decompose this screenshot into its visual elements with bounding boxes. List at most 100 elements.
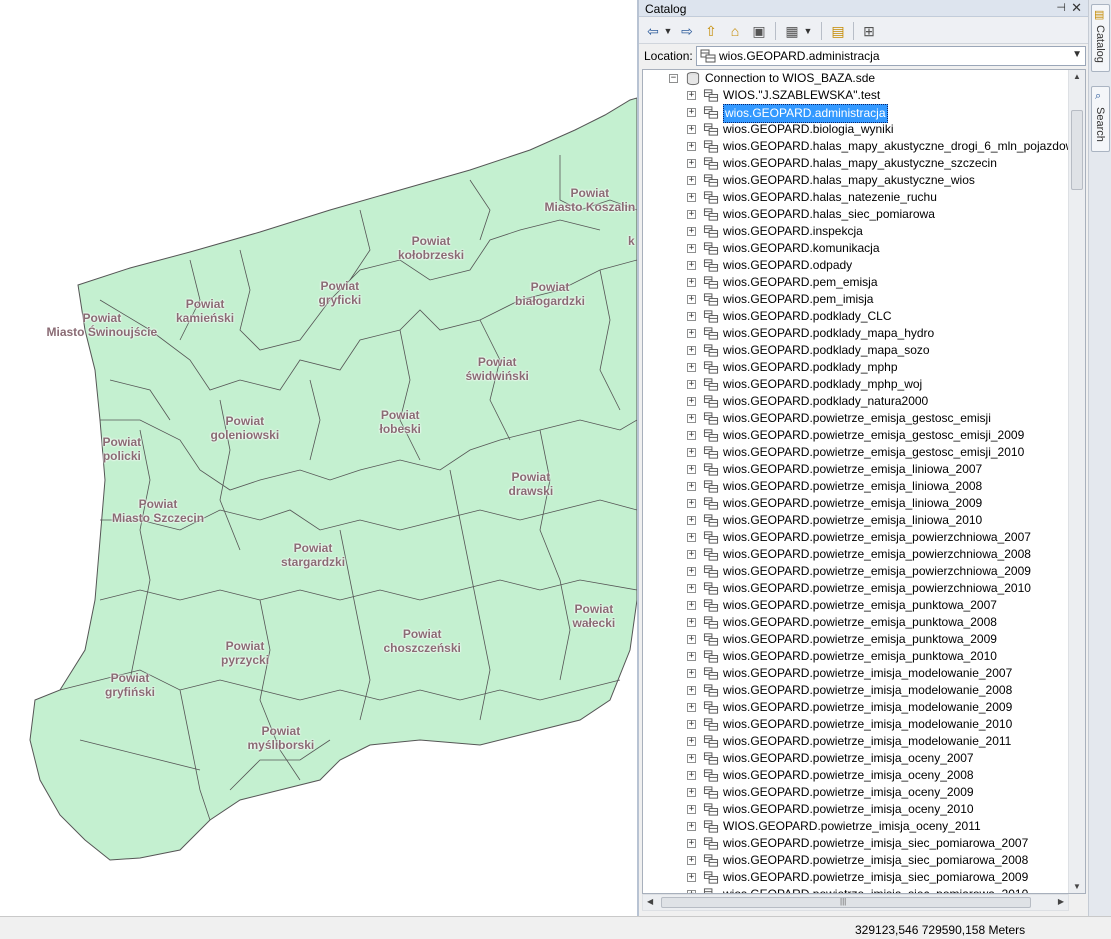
expand-icon[interactable]: + [687, 380, 696, 389]
scroll-thumb[interactable]: ||| [661, 897, 1031, 908]
expand-icon[interactable]: + [687, 278, 696, 287]
expand-icon[interactable]: + [687, 244, 696, 253]
tree-item-label: wios.GEOPARD.halas_mapy_akustyczne_wios [723, 173, 975, 187]
expand-icon[interactable]: + [687, 737, 696, 746]
tree-horizontal-scrollbar[interactable]: ◀ ||| ▶ [642, 894, 1069, 911]
feature-dataset-icon [703, 310, 719, 323]
county-label: Powiat stargardzki [281, 541, 346, 569]
expand-icon[interactable]: + [687, 142, 696, 151]
tree-vertical-scrollbar[interactable]: ▲ ▼ [1068, 70, 1085, 893]
scroll-left-icon[interactable]: ◀ [647, 897, 653, 906]
back-arrow-icon[interactable]: ⇦ [645, 21, 661, 41]
tree-item-label: wios.GEOPARD.powietrze_emisja_punktowa_2… [723, 632, 997, 646]
expand-icon[interactable]: + [687, 652, 696, 661]
feature-dataset-icon [703, 667, 719, 680]
expand-icon[interactable]: + [687, 771, 696, 780]
expand-icon[interactable]: + [687, 414, 696, 423]
expand-icon[interactable]: + [687, 686, 696, 695]
expand-icon[interactable]: + [687, 856, 696, 865]
expand-icon[interactable]: + [687, 720, 696, 729]
expand-icon[interactable]: + [687, 805, 696, 814]
tree-item-label: wios.GEOPARD.powietrze_imisja_siec_pomia… [723, 853, 1029, 867]
feature-dataset-icon [703, 735, 719, 748]
expand-icon[interactable]: + [687, 516, 696, 525]
back-dropdown-icon[interactable]: ▼ [663, 21, 673, 41]
tree-item-label: wios.GEOPARD.powietrze_imisja_modelowani… [723, 734, 1012, 748]
tree-item-label: wios.GEOPARD.powietrze_imisja_oceny_2010 [723, 802, 974, 816]
expand-icon[interactable]: + [687, 346, 696, 355]
scroll-thumb[interactable] [1071, 110, 1083, 190]
expand-icon[interactable]: + [687, 839, 696, 848]
tab-catalog[interactable]: ▤ Catalog [1091, 4, 1110, 72]
location-label: Location: [644, 49, 693, 63]
map-view[interactable]: Powiat Miasto Koszalin Powiat kołobrzeski Po… [0, 0, 637, 900]
expand-icon[interactable]: + [687, 584, 696, 593]
catalog-title-bar[interactable]: Catalog ⊣ ✕ [639, 0, 1088, 17]
expand-icon[interactable]: + [687, 499, 696, 508]
scroll-right-icon[interactable]: ▶ [1058, 897, 1064, 906]
feature-dataset-icon [703, 497, 719, 510]
toolbar-separator [853, 22, 854, 40]
new-folder-icon[interactable]: ▤ [829, 21, 847, 41]
pin-icon[interactable]: ⊣ [1056, 1, 1066, 14]
expand-icon[interactable]: + [687, 465, 696, 474]
expand-icon[interactable]: + [687, 567, 696, 576]
expand-icon[interactable]: + [687, 363, 696, 372]
scroll-up-icon[interactable]: ▲ [1073, 72, 1081, 81]
expand-icon[interactable]: + [687, 397, 696, 406]
home-folder-icon[interactable]: ⌂ [726, 21, 744, 41]
tree-item-label: wios.GEOPARD.podklady_mapa_hydro [723, 326, 935, 340]
catalog-tree[interactable]: − Connection to WIOS_BAZA.sde + WIOS."J.S… [642, 69, 1086, 894]
view-options-icon[interactable]: ▦ [783, 21, 801, 41]
scroll-down-icon[interactable]: ▼ [1073, 882, 1081, 891]
expand-icon[interactable]: + [687, 788, 696, 797]
expand-icon[interactable]: + [687, 618, 696, 627]
county-label: Powiat gryficki [318, 279, 362, 307]
voivodeship-map[interactable] [0, 0, 637, 900]
expand-icon[interactable]: + [687, 431, 696, 440]
expand-icon[interactable]: + [687, 822, 696, 831]
scroll-grip-icon: ||| [840, 897, 847, 906]
expand-icon[interactable]: + [687, 312, 696, 321]
expand-icon[interactable]: + [687, 91, 696, 100]
close-icon[interactable]: ✕ [1071, 0, 1082, 16]
expand-icon[interactable]: + [687, 329, 696, 338]
tree-item-label: wios.GEOPARD.biologia_wyniki [723, 122, 894, 136]
expand-icon[interactable]: + [687, 754, 696, 763]
feature-dataset-icon [703, 582, 719, 595]
chevron-down-icon[interactable]: ▼ [1072, 49, 1082, 60]
expand-icon[interactable]: + [687, 703, 696, 712]
expand-icon[interactable]: + [687, 261, 696, 270]
tree-item-label: wios.GEOPARD.powietrze_emisja_liniowa_20… [723, 462, 983, 476]
forward-arrow-icon[interactable]: ⇨ [679, 21, 695, 41]
view-dropdown-icon[interactable]: ▼ [803, 21, 813, 41]
tab-search[interactable]: ⌕ Search [1091, 86, 1110, 152]
expand-icon[interactable]: + [687, 295, 696, 304]
expand-icon[interactable]: + [687, 125, 696, 134]
expand-icon[interactable]: + [687, 448, 696, 457]
expand-icon[interactable]: + [687, 533, 696, 542]
expand-icon[interactable]: + [687, 873, 696, 882]
tree-item-label: wios.GEOPARD.powietrze_emisja_punktowa_2… [723, 615, 997, 629]
expand-icon[interactable]: + [687, 108, 696, 117]
expand-icon[interactable]: + [687, 210, 696, 219]
expand-icon[interactable]: + [687, 482, 696, 491]
expand-icon[interactable]: + [687, 601, 696, 610]
toggle-contents-icon[interactable]: ⊞ [860, 21, 878, 41]
tree-item-label: wios.GEOPARD.powietrze_emisja_punktowa_2… [723, 649, 997, 663]
up-folder-icon[interactable]: ⇧ [703, 21, 719, 41]
tree-item-label: wios.GEOPARD.powietrze_emisja_powierzchn… [723, 547, 1031, 561]
county-label: Powiat myśliborski [247, 724, 315, 752]
expand-icon[interactable]: + [687, 635, 696, 644]
feature-dataset-icon [703, 225, 719, 238]
connect-folder-icon[interactable]: ▣ [750, 21, 768, 41]
expand-icon[interactable]: + [687, 176, 696, 185]
location-combobox[interactable]: wios.GEOPARD.administracja ▼ [696, 46, 1086, 66]
collapse-icon[interactable]: − [669, 74, 678, 83]
expand-icon[interactable]: + [687, 550, 696, 559]
coordinate-readout: 329123,546 729590,158 Meters [855, 923, 1026, 937]
expand-icon[interactable]: + [687, 669, 696, 678]
expand-icon[interactable]: + [687, 193, 696, 202]
expand-icon[interactable]: + [687, 159, 696, 168]
expand-icon[interactable]: + [687, 227, 696, 236]
